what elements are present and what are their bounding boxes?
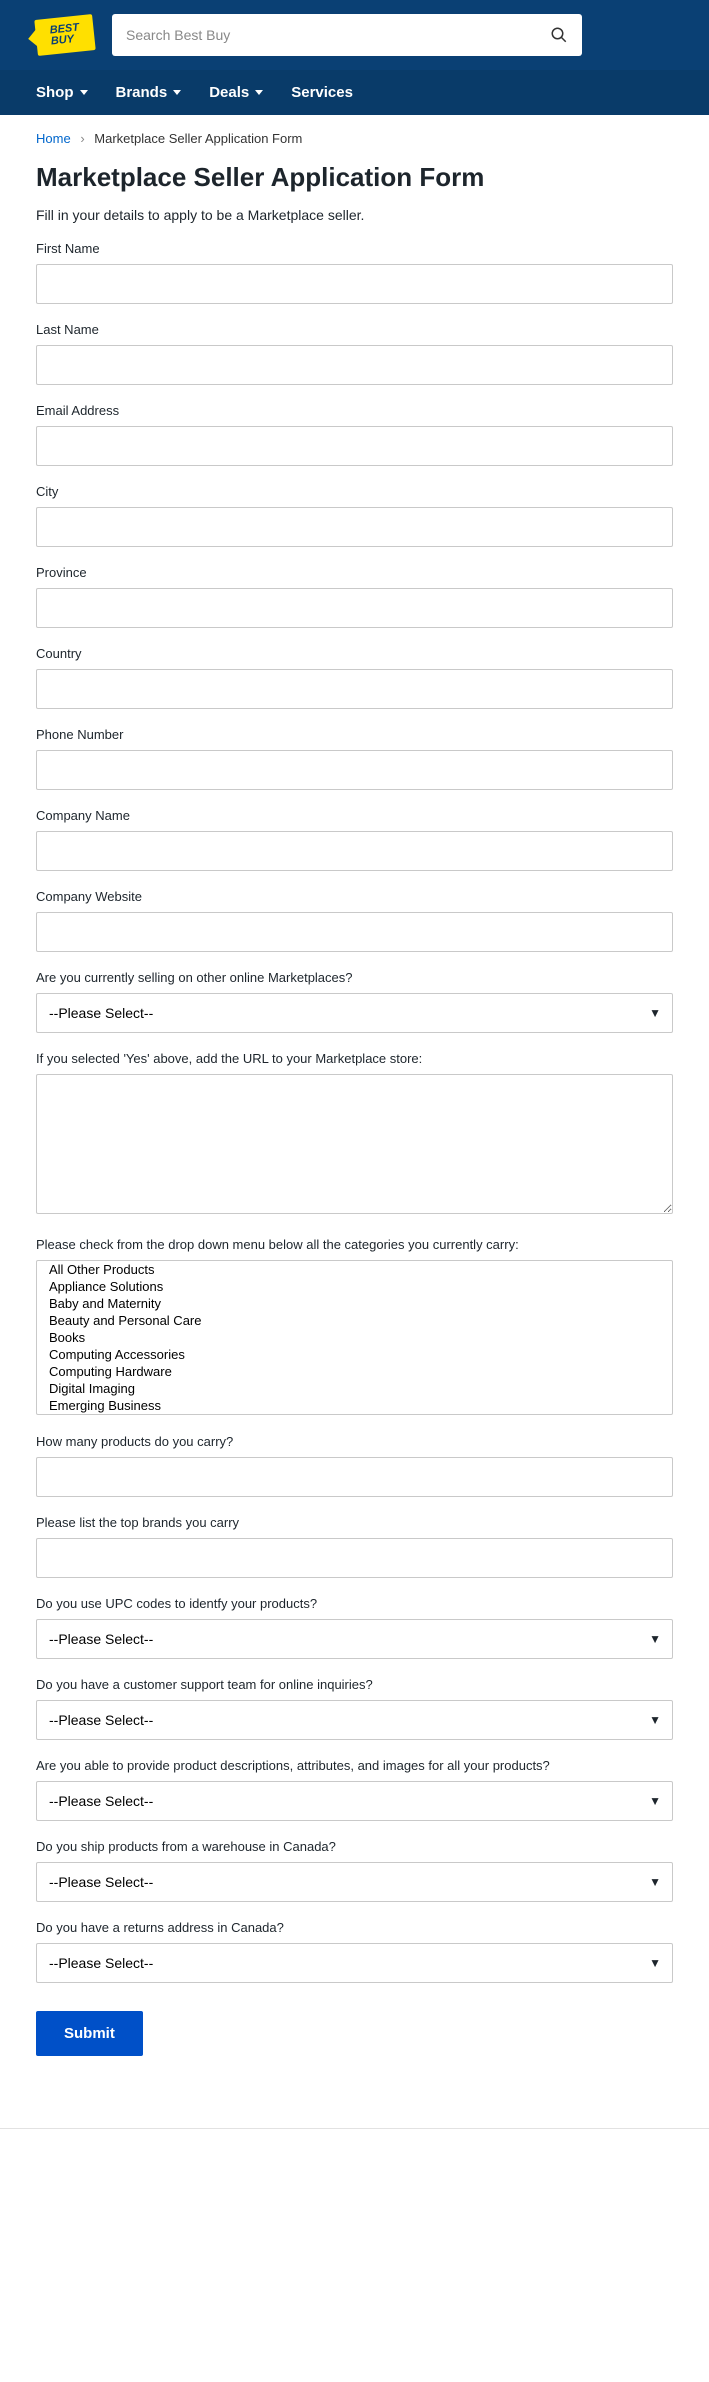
product-count-input[interactable] <box>36 1457 673 1497</box>
category-option[interactable]: Baby and Maternity <box>37 1295 672 1312</box>
top-brands-label: Please list the top brands you carry <box>36 1515 673 1530</box>
company-website-input[interactable] <box>36 912 673 952</box>
city-input[interactable] <box>36 507 673 547</box>
country-input[interactable] <box>36 669 673 709</box>
category-option[interactable]: Appliance Solutions <box>37 1278 672 1295</box>
company-name-label: Company Name <box>36 808 673 823</box>
nav-item-shop[interactable]: Shop <box>36 70 88 115</box>
phone-label: Phone Number <box>36 727 673 742</box>
main-nav: Shop Brands Deals Services <box>0 70 709 115</box>
product-count-label: How many products do you carry? <box>36 1434 673 1449</box>
nav-item-label: Brands <box>116 84 168 101</box>
category-option[interactable]: Digital Imaging <box>37 1380 672 1397</box>
category-option[interactable]: Beauty and Personal Care <box>37 1312 672 1329</box>
marketplace-url-textarea[interactable] <box>36 1074 673 1214</box>
city-label: City <box>36 484 673 499</box>
upc-label: Do you use UPC codes to identfy your pro… <box>36 1596 673 1611</box>
submit-button[interactable]: Submit <box>36 2011 143 2056</box>
page-title: Marketplace Seller Application Form <box>36 162 673 193</box>
breadcrumb: Home › Marketplace Seller Application Fo… <box>0 115 709 154</box>
search-wrap <box>112 14 582 56</box>
category-option[interactable]: Computing Hardware <box>37 1363 672 1380</box>
footer-divider <box>0 2128 709 2129</box>
breadcrumb-current: Marketplace Seller Application Form <box>94 131 302 146</box>
chevron-right-icon: › <box>80 131 84 146</box>
province-input[interactable] <box>36 588 673 628</box>
chevron-down-icon <box>173 90 181 95</box>
company-name-input[interactable] <box>36 831 673 871</box>
returns-label: Do you have a returns address in Canada? <box>36 1920 673 1935</box>
phone-input[interactable] <box>36 750 673 790</box>
category-option[interactable]: Books <box>37 1329 672 1346</box>
selling-elsewhere-select[interactable]: --Please Select-- <box>36 993 673 1033</box>
upc-select[interactable]: --Please Select-- <box>36 1619 673 1659</box>
chevron-down-icon <box>80 90 88 95</box>
support-team-select[interactable]: --Please Select-- <box>36 1700 673 1740</box>
header-top: BEST BUY <box>0 0 709 70</box>
returns-select[interactable]: --Please Select-- <box>36 1943 673 1983</box>
nav-item-label: Services <box>291 84 353 101</box>
nav-item-brands[interactable]: Brands <box>116 70 182 115</box>
descriptions-select[interactable]: --Please Select-- <box>36 1781 673 1821</box>
company-website-label: Company Website <box>36 889 673 904</box>
last-name-label: Last Name <box>36 322 673 337</box>
descriptions-label: Are you able to provide product descript… <box>36 1758 673 1773</box>
nav-item-label: Deals <box>209 84 249 101</box>
first-name-input[interactable] <box>36 264 673 304</box>
logo-text: BEST BUY <box>49 23 80 48</box>
warehouse-select[interactable]: --Please Select-- <box>36 1862 673 1902</box>
nav-item-services[interactable]: Services <box>291 70 353 115</box>
categories-multiselect[interactable]: All Other ProductsAppliance SolutionsBab… <box>36 1260 673 1415</box>
nav-item-deals[interactable]: Deals <box>209 70 263 115</box>
marketplace-url-label: If you selected 'Yes' above, add the URL… <box>36 1051 673 1066</box>
selling-elsewhere-label: Are you currently selling on other onlin… <box>36 970 673 985</box>
first-name-label: First Name <box>36 241 673 256</box>
breadcrumb-home[interactable]: Home <box>36 131 71 146</box>
search-input[interactable] <box>112 14 582 56</box>
email-input[interactable] <box>36 426 673 466</box>
support-team-label: Do you have a customer support team for … <box>36 1677 673 1692</box>
logo[interactable]: BEST BUY <box>34 14 95 56</box>
content: Marketplace Seller Application Form Fill… <box>0 154 709 2092</box>
search-icon[interactable] <box>550 26 568 44</box>
email-label: Email Address <box>36 403 673 418</box>
province-label: Province <box>36 565 673 580</box>
category-option[interactable]: All Other Products <box>37 1261 672 1278</box>
categories-label: Please check from the drop down menu bel… <box>36 1237 673 1252</box>
last-name-input[interactable] <box>36 345 673 385</box>
country-label: Country <box>36 646 673 661</box>
page-intro: Fill in your details to apply to be a Ma… <box>36 207 673 223</box>
nav-item-label: Shop <box>36 84 74 101</box>
top-brands-input[interactable] <box>36 1538 673 1578</box>
category-option[interactable]: Emerging Business <box>37 1397 672 1414</box>
chevron-down-icon <box>255 90 263 95</box>
warehouse-label: Do you ship products from a warehouse in… <box>36 1839 673 1854</box>
category-option[interactable]: Computing Accessories <box>37 1346 672 1363</box>
